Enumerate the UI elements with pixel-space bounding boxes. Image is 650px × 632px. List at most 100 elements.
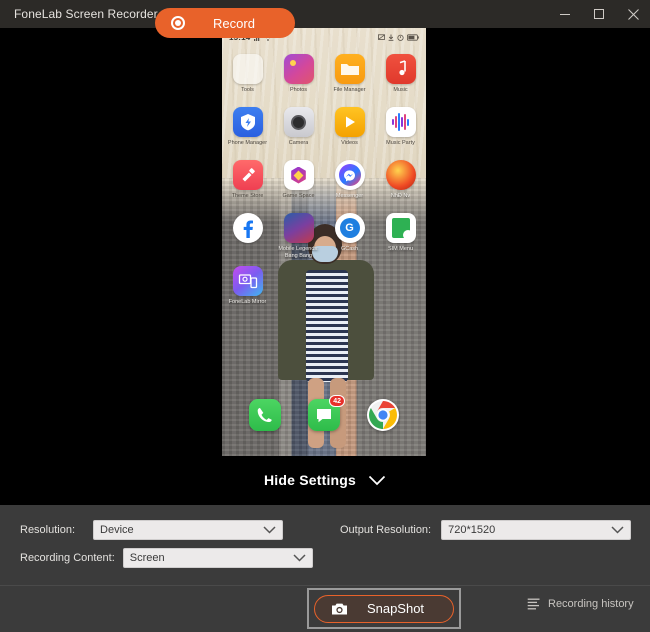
snapshot-button-label: SnapShot — [366, 601, 425, 616]
tools-folder-icon — [232, 54, 263, 84]
chrome-icon[interactable] — [367, 399, 399, 431]
recording-content-select[interactable]: Screen — [122, 548, 313, 568]
app-messenger[interactable]: Messenger — [324, 156, 375, 209]
file-manager-icon — [334, 54, 365, 84]
app-photos[interactable]: Photos — [273, 50, 324, 103]
resolution-label: Resolution: — [20, 524, 76, 536]
phone-screen-mirror[interactable]: 15:14 — [222, 28, 426, 456]
recording-content-value: Screen — [129, 552, 165, 564]
app-row: Theme Store Game Space Messenger NhĐ Nv — [222, 156, 426, 209]
window-controls — [548, 0, 650, 28]
close-button[interactable] — [616, 0, 650, 28]
app-music[interactable]: Music — [375, 50, 426, 103]
app-phone-manager[interactable]: Phone Manager — [222, 103, 273, 156]
recording-history-label: Recording history — [548, 598, 634, 610]
app-label: Theme Store — [231, 193, 264, 199]
app-gcash[interactable]: G GCash — [324, 209, 375, 262]
alarm-icon — [397, 34, 404, 41]
output-resolution-row: Output Resolution: 720*1520 — [340, 520, 632, 540]
chevron-down-icon — [263, 526, 276, 534]
snapshot-focus-ring: SnapShot — [307, 588, 461, 629]
record-dot-icon — [171, 16, 185, 30]
settings-panel: Resolution: Device Recording Content: Sc… — [0, 505, 650, 585]
status-right-icons — [378, 33, 419, 41]
app-mobile-legends[interactable]: Mobile Legends: Bang Bang — [273, 209, 324, 262]
app-label: Camera — [288, 140, 309, 146]
app-label: Music Party — [386, 140, 415, 146]
phone-manager-icon — [232, 107, 263, 137]
app-row: FoneLab Mirror — [222, 262, 426, 315]
recording-content-label: Recording Content: — [20, 552, 115, 564]
app-label: GCash — [340, 246, 359, 252]
messages-icon[interactable]: 42 — [308, 395, 345, 431]
app-sim-menu[interactable]: SIM Menu — [375, 209, 426, 262]
output-resolution-label: Output Resolution: — [340, 524, 432, 536]
record-button[interactable]: Record — [155, 8, 295, 38]
output-resolution-value: 720*1520 — [448, 524, 496, 536]
camera-icon — [283, 107, 314, 137]
phone-dock: 42 — [222, 392, 426, 438]
close-icon — [627, 8, 639, 20]
recording-content-row: Recording Content: Screen — [20, 548, 313, 568]
minimize-icon — [560, 14, 570, 15]
battery-icon — [407, 33, 419, 41]
app-label: File Manager — [333, 87, 366, 93]
app-label: Videos — [341, 140, 358, 146]
snapshot-button[interactable]: SnapShot — [314, 594, 454, 623]
mobile-legends-icon — [283, 213, 314, 243]
app-label: Game Space — [282, 193, 315, 199]
app-row: Mobile Legends: Bang Bang G GCash SIM Me… — [222, 209, 426, 262]
maximize-icon — [594, 9, 604, 19]
app-label: Tools — [241, 87, 254, 93]
chevron-down-icon — [293, 554, 306, 562]
gcash-icon: G — [334, 213, 365, 243]
app-grid: Tools Photos File Manager Music Phone Ma… — [222, 50, 426, 315]
app-theme-store[interactable]: Theme Store — [222, 156, 273, 209]
chevron-down-icon — [368, 475, 386, 485]
resolution-select[interactable]: Device — [93, 520, 284, 540]
chevron-down-icon — [611, 526, 624, 534]
game-space-icon — [283, 160, 314, 190]
messenger-icon — [334, 160, 365, 190]
app-facebook[interactable] — [222, 209, 273, 262]
app-label: Mobile Legends: Bang Bang — [278, 246, 319, 259]
download-icon — [388, 34, 394, 41]
recording-history-button[interactable]: Recording history — [527, 598, 634, 610]
maximize-button[interactable] — [582, 0, 616, 28]
camera-icon — [331, 602, 348, 616]
app-game-space[interactable]: Game Space — [273, 156, 324, 209]
app-nhanv[interactable]: NhĐ Nv — [375, 156, 426, 209]
mirror-stage: 15:14 — [0, 28, 650, 505]
app-camera[interactable]: Camera — [273, 103, 324, 156]
phone-dial-icon[interactable] — [249, 399, 281, 431]
music-icon — [385, 54, 416, 84]
output-resolution-select[interactable]: 720*1520 — [441, 520, 632, 540]
app-label: FoneLab Mirror — [228, 299, 267, 305]
hide-settings-toggle[interactable]: Hide Settings — [0, 460, 650, 500]
theme-store-icon — [232, 160, 263, 190]
app-fonelab-mirror[interactable]: FoneLab Mirror — [222, 262, 273, 315]
music-party-icon — [385, 107, 416, 137]
app-file-manager[interactable]: File Manager — [324, 50, 375, 103]
window-titlebar: FoneLab Screen Recorder — [0, 0, 650, 28]
unread-badge: 42 — [329, 395, 345, 407]
minimize-button[interactable] — [548, 0, 582, 28]
app-music-party[interactable]: Music Party — [375, 103, 426, 156]
app-tools[interactable]: Tools — [222, 50, 273, 103]
app-label: Photos — [289, 87, 308, 93]
app-row: Phone Manager Camera Videos Music Party — [222, 103, 426, 156]
app-label: Phone Manager — [227, 140, 268, 146]
screencast-icon — [378, 33, 385, 40]
nhanv-icon — [385, 160, 416, 190]
app-videos[interactable]: Videos — [324, 103, 375, 156]
app-label: Messenger — [335, 193, 364, 199]
sim-menu-icon — [385, 213, 416, 243]
hide-settings-label: Hide Settings — [263, 472, 357, 488]
app-label: SIM Menu — [387, 246, 414, 252]
app-label: NhĐ Nv — [390, 193, 411, 199]
record-button-label: Record — [213, 15, 255, 31]
fonelab-mirror-icon — [232, 266, 263, 296]
photos-icon — [283, 54, 314, 84]
app-row: Tools Photos File Manager Music — [222, 50, 426, 103]
facebook-icon — [232, 213, 263, 243]
